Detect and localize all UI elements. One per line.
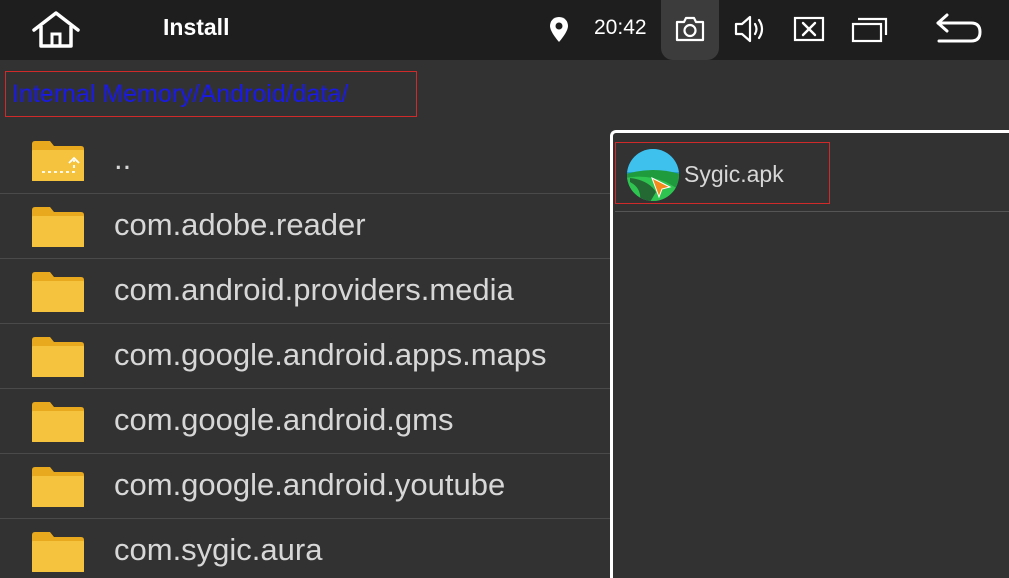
screenshot-button[interactable] (661, 0, 719, 60)
back-icon[interactable] (933, 10, 985, 52)
status-bar: Install 20:42 (0, 0, 1009, 60)
camera-icon (675, 16, 705, 42)
close-box-icon[interactable] (793, 15, 825, 47)
apk-file-name: Sygic.apk (684, 161, 784, 187)
path-breadcrumb[interactable]: Internal Memory/Android/data/ (5, 71, 417, 117)
folder-row[interactable]: com.sygic.aura (0, 518, 610, 578)
folder-up-icon (30, 138, 86, 184)
folder-label: com.android.providers.media (114, 272, 514, 307)
app-title: Install (163, 14, 230, 40)
folder-list[interactable]: .. com.adobe.reader com.android.provider… (0, 128, 610, 578)
sygic-app-icon (626, 148, 680, 206)
home-icon[interactable] (30, 10, 82, 50)
folder-row[interactable]: com.google.android.apps.maps (0, 323, 610, 388)
folder-label: com.google.android.youtube (114, 467, 506, 502)
folder-icon (30, 529, 86, 575)
folder-label: .. (114, 141, 132, 176)
folder-label: com.google.android.apps.maps (114, 337, 547, 372)
folder-label: com.adobe.reader (114, 207, 366, 242)
folder-icon (30, 399, 86, 445)
folder-icon (30, 334, 86, 380)
folder-icon (30, 464, 86, 510)
folder-row[interactable]: com.adobe.reader (0, 193, 610, 258)
folder-label: com.sygic.aura (114, 532, 323, 567)
path-text: Internal Memory/Android/data/ (12, 80, 349, 108)
apk-file-item[interactable]: Sygic.apk (615, 142, 830, 204)
folder-row[interactable]: com.google.android.gms (0, 388, 610, 453)
clock: 20:42 (594, 16, 647, 39)
folder-icon (30, 204, 86, 250)
folder-row-parent[interactable]: .. (0, 128, 610, 193)
folder-icon (30, 269, 86, 315)
folder-row[interactable]: com.android.providers.media (0, 258, 610, 323)
windows-icon[interactable] (851, 14, 889, 48)
apk-file-panel: Sygic.apk (610, 130, 1009, 578)
path-bar: Internal Memory/Android/data/ (0, 60, 1009, 128)
folder-row[interactable]: com.google.android.youtube (0, 453, 610, 518)
list-divider (615, 211, 1009, 212)
volume-icon[interactable] (732, 13, 768, 49)
location-icon (548, 16, 570, 44)
folder-label: com.google.android.gms (114, 402, 454, 437)
